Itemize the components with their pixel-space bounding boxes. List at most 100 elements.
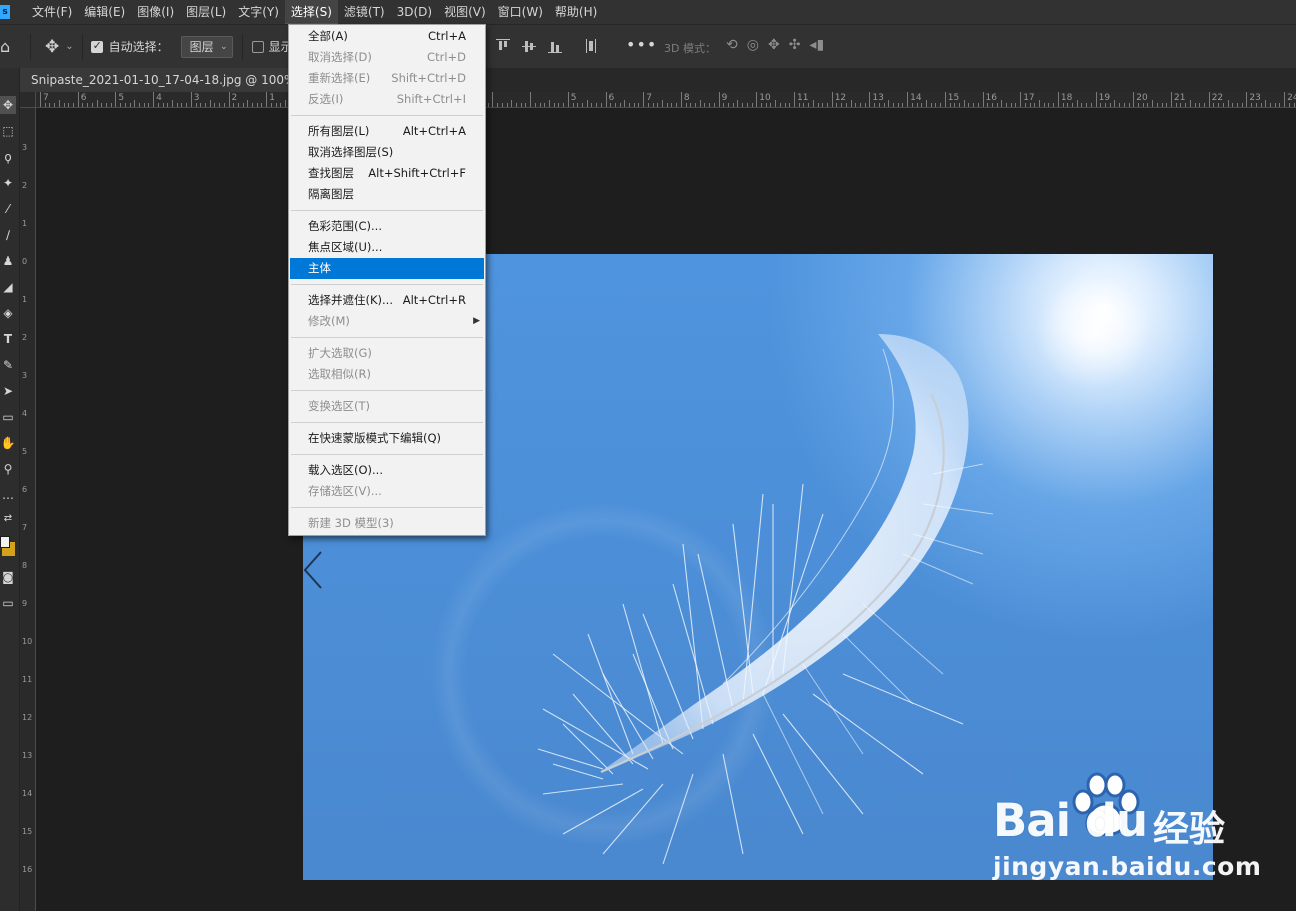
- ruler-subtick: [930, 103, 932, 107]
- ruler-subtick: [1161, 103, 1163, 107]
- select-menu-item[interactable]: 色彩范围(C)...: [290, 216, 484, 237]
- screen-mode-icon[interactable]: ▭: [0, 594, 16, 612]
- ruler-subtick: [1128, 103, 1130, 107]
- roll-3d-icon[interactable]: ◎: [747, 37, 759, 53]
- ruler-tick: [907, 92, 909, 107]
- vertical-ruler[interactable]: 3 2 1 0 1 2 3 4 5 6 7 8 9 10 11 12 13 14 15 16: [20, 108, 36, 911]
- menu-7[interactable]: 3D(D): [391, 0, 438, 24]
- ruler-subtick: [129, 103, 131, 107]
- menu-5[interactable]: 选择(S): [284, 0, 338, 24]
- ruler-tick: [1246, 92, 1248, 107]
- select-menu-item[interactable]: 取消选择图层(S): [290, 142, 484, 163]
- ruler-subtick: [676, 103, 678, 107]
- show-transform-controls-checkbox[interactable]: [251, 40, 264, 53]
- hand-tool-icon[interactable]: ✋: [0, 434, 16, 452]
- menu-item-label: 选择并遮住(K)...: [308, 293, 393, 307]
- align-top-icon[interactable]: [496, 39, 510, 53]
- ruler-subtick: [916, 103, 918, 107]
- move-tool-icon[interactable]: ✥: [0, 96, 16, 114]
- type-tool-icon[interactable]: T: [0, 330, 16, 348]
- ruler-subtick: [497, 103, 499, 107]
- magic-wand-tool-icon[interactable]: ✦: [0, 174, 16, 192]
- more-options-icon[interactable]: •••: [626, 35, 657, 54]
- ruler-subtick: [256, 103, 258, 107]
- quick-mask-icon[interactable]: ◙: [0, 568, 16, 586]
- document-tab[interactable]: Snipaste_2021-01-10_17-04-18.jpg @ 100% …: [20, 68, 288, 92]
- select-menu-item[interactable]: 载入选区(O)...: [290, 460, 484, 481]
- ruler-subtick: [713, 103, 715, 107]
- ruler-subtick: [1232, 103, 1234, 107]
- home-icon[interactable]: ⌂: [0, 37, 20, 57]
- submenu-arrow-icon: ▶: [473, 316, 480, 326]
- select-menu-item[interactable]: 隔离图层: [290, 184, 484, 205]
- menu-0[interactable]: 文件(F): [26, 0, 78, 24]
- swap-colors-icon[interactable]: ⇄: [0, 510, 16, 528]
- pan-3d-icon[interactable]: ✥: [768, 37, 780, 53]
- options-bar: ⌂ ✥ ⌄ 自动选择： 图层 ⌄ 显示 ••• 3D 模式： ⟲ ◎ ✥ ✣ ◂…: [0, 24, 1296, 68]
- menu-3[interactable]: 图层(L): [180, 0, 232, 24]
- ruler-label: 3: [22, 371, 28, 380]
- foreground-color-swatch[interactable]: [0, 536, 10, 548]
- lasso-tool-icon[interactable]: ϙ: [0, 148, 16, 166]
- select-menu-item[interactable]: 全部(A) Ctrl+A: [290, 26, 484, 47]
- menu-item-label: 存储选区(V)...: [308, 484, 382, 498]
- move-tool-icon[interactable]: ✥: [45, 37, 59, 57]
- ruler-subtick: [548, 100, 550, 107]
- eraser-tool-icon[interactable]: ◢: [0, 278, 16, 296]
- eyedropper-tool-icon[interactable]: ⁄: [0, 200, 16, 218]
- menu-divider: [291, 454, 483, 455]
- menu-divider: [291, 115, 483, 116]
- ruler-subtick: [822, 103, 824, 107]
- align-vertical-center-icon[interactable]: [522, 39, 536, 53]
- align-bottom-icon[interactable]: [548, 39, 562, 53]
- path-selection-tool-icon[interactable]: ➤: [0, 382, 16, 400]
- select-menu-item[interactable]: 在快速蒙版模式下编辑(Q): [290, 428, 484, 449]
- ruler-subtick: [280, 103, 282, 107]
- select-menu-item[interactable]: 主体: [290, 258, 484, 279]
- menu-4[interactable]: 文字(Y): [232, 0, 285, 24]
- paint-bucket-tool-icon[interactable]: ◈: [0, 304, 16, 322]
- ruler-subtick: [685, 103, 687, 107]
- chevron-left-icon[interactable]: [303, 550, 325, 590]
- ruler-subtick: [751, 103, 753, 107]
- orbit-3d-icon[interactable]: ⟲: [726, 37, 738, 53]
- ruler-subtick: [1081, 103, 1083, 107]
- divider: [241, 33, 243, 60]
- ruler-label: 13: [22, 751, 33, 760]
- rectangle-tool-icon[interactable]: ▭: [0, 408, 16, 426]
- menu-8[interactable]: 视图(V): [438, 0, 492, 24]
- brush-tool-icon[interactable]: ∕: [0, 226, 16, 244]
- photoshop-logo-icon[interactable]: s: [0, 5, 10, 19]
- edit-toolbar-icon[interactable]: …: [0, 486, 16, 504]
- ruler-subtick: [1109, 103, 1111, 107]
- pen-tool-icon[interactable]: ✎: [0, 356, 16, 374]
- chevron-down-icon[interactable]: ⌄: [65, 41, 73, 52]
- ruler-subtick: [572, 103, 574, 107]
- ruler-subtick: [261, 103, 263, 107]
- menu-1[interactable]: 编辑(E): [78, 0, 131, 24]
- menu-item-label: 扩大选取(G): [308, 346, 372, 360]
- select-menu-item[interactable]: 焦点区域(U)...: [290, 237, 484, 258]
- select-menu-item[interactable]: 查找图层 Alt+Shift+Ctrl+F: [290, 163, 484, 184]
- menu-10[interactable]: 帮助(H): [549, 0, 603, 24]
- menu-9[interactable]: 窗口(W): [492, 0, 549, 24]
- menu-item-label: 色彩范围(C)...: [308, 219, 382, 233]
- distribute-icon[interactable]: [584, 39, 598, 53]
- select-menu-item[interactable]: 所有图层(L) Alt+Ctrl+A: [290, 121, 484, 142]
- auto-select-checkbox[interactable]: [90, 39, 103, 53]
- ruler-subtick: [506, 103, 508, 107]
- zoom-tool-icon[interactable]: ⚲: [0, 460, 16, 478]
- menu-6[interactable]: 滤镜(T): [338, 0, 391, 24]
- menu-item-label: 在快速蒙版模式下编辑(Q): [308, 431, 442, 445]
- stamp-tool-icon[interactable]: ♟: [0, 252, 16, 270]
- camera-3d-icon[interactable]: ◂▮: [809, 37, 824, 53]
- marquee-tool-icon[interactable]: ⬚: [0, 122, 16, 140]
- menu-2[interactable]: 图像(I): [131, 0, 180, 24]
- select-menu-item[interactable]: 选择并遮住(K)... Alt+Ctrl+R: [290, 290, 484, 311]
- ruler-subtick: [247, 100, 249, 107]
- ruler-subtick: [888, 100, 890, 107]
- auto-select-target-dropdown[interactable]: 图层 ⌄: [180, 35, 233, 58]
- ruler-subtick: [223, 103, 225, 107]
- slide-3d-icon[interactable]: ✣: [789, 37, 801, 53]
- horizontal-ruler[interactable]: 7 6 5 4 3 2 1 5 6 7 8 9 10 11 12 13 14 15 16 17 18 19 20 21 22 23…: [36, 92, 1296, 108]
